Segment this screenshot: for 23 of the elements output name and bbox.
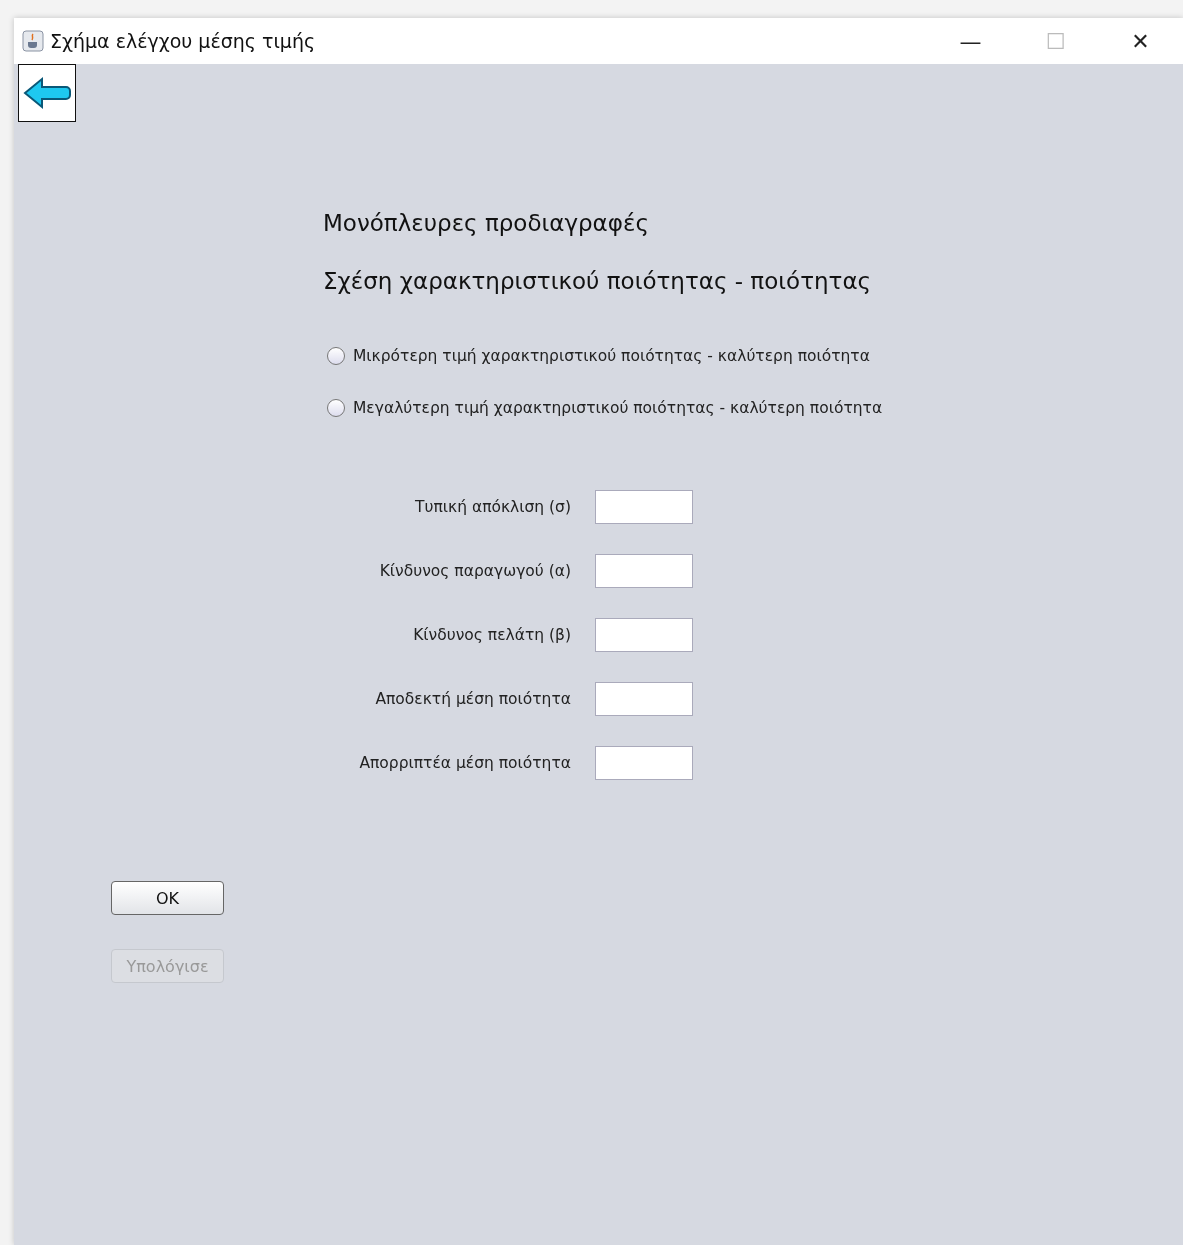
radio-option[interactable]: Μικρότερη τιμή χαρακτηριστικού ποιότητας - καλύτερη ποιότητα: [327, 330, 1183, 382]
input-field[interactable]: [595, 746, 693, 780]
field-label: Τυπική απόκλιση (σ): [415, 498, 571, 516]
section-heading: Μονόπλευρες προδιαγραφές: [323, 210, 650, 238]
section-heading: Σχέση χαρακτηριστικού ποιότητας - ποιότητας: [323, 268, 873, 296]
input-field[interactable]: [595, 682, 693, 716]
field-label: Κίνδυνος παραγωγού (α): [379, 562, 571, 580]
back-button[interactable]: [18, 64, 76, 122]
close-button[interactable]: ✕: [1098, 28, 1183, 54]
radio-icon[interactable]: [327, 399, 345, 417]
input-field[interactable]: [595, 554, 693, 588]
radio-option[interactable]: Μεγαλύτερη τιμή χαρακτηριστικού ποιότητας - καλύτερη ποιότητα: [327, 382, 1183, 434]
field-label: Αποδεκτή μέση ποιότητα: [375, 690, 571, 708]
minimize-button[interactable]: —: [928, 28, 1013, 54]
coffee-cup-icon: [22, 30, 44, 52]
window-title: Σχήμα ελέγχου μέσης τιμής: [50, 30, 317, 52]
input-field[interactable]: [595, 618, 693, 652]
left-arrow-icon: [22, 76, 72, 110]
ok-button[interactable]: OK: [111, 881, 224, 915]
field-label: Απορριπτέα μέση ποιότητα: [359, 754, 571, 772]
input-field[interactable]: [595, 490, 693, 524]
radio-icon[interactable]: [327, 347, 345, 365]
field-label: Κίνδυνος πελάτη (β): [413, 626, 571, 644]
